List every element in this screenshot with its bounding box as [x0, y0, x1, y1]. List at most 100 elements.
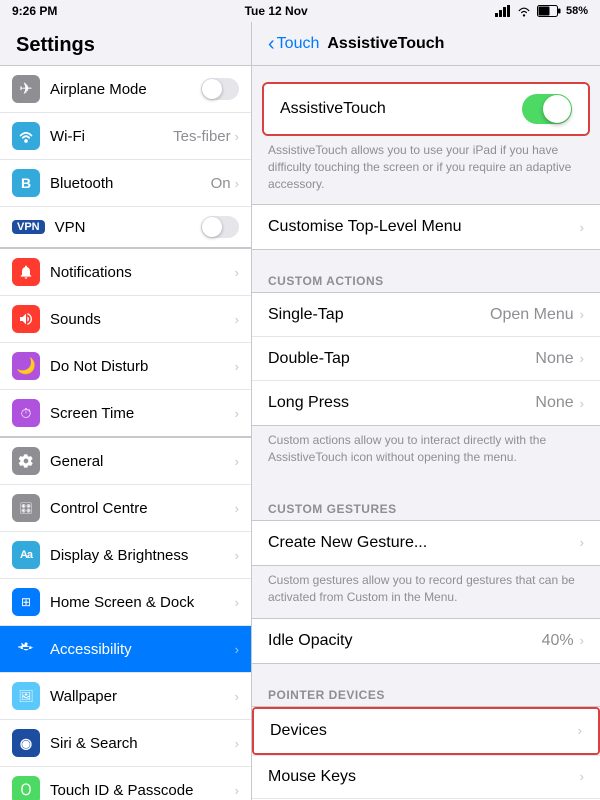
wifi-value: Tes-fiber [173, 128, 231, 145]
sidebar-item-general[interactable]: General › [0, 438, 251, 485]
accessibility-icon [12, 635, 40, 663]
custom-gestures-group: Create New Gesture... › [252, 520, 600, 566]
double-tap-row[interactable]: Double-Tap None › [252, 337, 600, 381]
touchid-chevron: › [235, 783, 239, 798]
controlcentre-chevron: › [235, 501, 239, 516]
sidebar-title: Settings [0, 22, 251, 65]
single-tap-label: Single-Tap [268, 306, 490, 324]
sounds-chevron: › [235, 312, 239, 327]
vpn-badge: VPN [12, 220, 45, 234]
long-press-row[interactable]: Long Press None › [252, 381, 600, 425]
customise-menu-group: Customise Top-Level Menu › [252, 204, 600, 250]
status-time: 9:26 PM [12, 4, 57, 18]
right-panel-title: AssistiveTouch [327, 35, 444, 53]
screentime-icon: ⏱ [12, 399, 40, 427]
double-tap-label: Double-Tap [268, 350, 535, 368]
homescreen-icon: ⊞ [12, 588, 40, 616]
battery-icon [537, 5, 561, 17]
sidebar-item-sounds[interactable]: Sounds › [0, 296, 251, 343]
vpn-toggle[interactable] [201, 216, 239, 238]
sounds-label: Sounds [50, 311, 235, 328]
single-tap-value: Open Menu [490, 306, 574, 324]
airplane-icon: ✈ [12, 75, 40, 103]
assistivetouch-highlight-box: AssistiveTouch [262, 82, 590, 136]
sidebar-item-screentime[interactable]: ⏱ Screen Time › [0, 390, 251, 436]
create-new-gesture-chevron: › [580, 535, 584, 550]
sidebar-item-wallpaper[interactable]: 🖼 Wallpaper › [0, 673, 251, 720]
battery-percent: 58% [566, 5, 588, 17]
back-button[interactable]: ‹ Touch [268, 34, 319, 54]
assistivetouch-toggle[interactable] [522, 94, 572, 124]
sidebar: Settings ✈ Airplane Mode Wi-Fi Tes-fiber… [0, 22, 252, 800]
sounds-icon [12, 305, 40, 333]
double-tap-chevron: › [580, 351, 584, 366]
touchid-label: Touch ID & Passcode [50, 782, 235, 799]
right-header: ‹ Touch AssistiveTouch [252, 22, 600, 66]
double-tap-value: None [535, 350, 573, 368]
bluetooth-value: On [211, 175, 231, 192]
custom-actions-header: CUSTOM ACTIONS [252, 268, 600, 292]
sidebar-group-notifications: Notifications › Sounds › 🌙 Do Not Distur… [0, 248, 251, 437]
general-label: General [50, 453, 235, 470]
sidebar-item-notifications[interactable]: Notifications › [0, 249, 251, 296]
vpn-label: VPN [55, 219, 201, 236]
sidebar-item-siri[interactable]: ◉ Siri & Search › [0, 720, 251, 767]
bluetooth-chevron: › [235, 176, 239, 191]
devices-row[interactable]: Devices › [254, 709, 598, 753]
back-label: Touch [277, 35, 320, 53]
siri-label: Siri & Search [50, 735, 235, 752]
wallpaper-chevron: › [235, 689, 239, 704]
pointer-devices-group: Devices › Mouse Keys › Pointer Style › S… [252, 706, 600, 800]
devices-label: Devices [270, 722, 578, 740]
sidebar-item-bluetooth[interactable]: B Bluetooth On › [0, 160, 251, 207]
sidebar-item-accessibility[interactable]: Accessibility › [0, 626, 251, 673]
siri-icon: ◉ [12, 729, 40, 757]
idle-opacity-value: 40% [542, 632, 574, 650]
donotdisturb-chevron: › [235, 359, 239, 374]
sidebar-item-controlcentre[interactable]: 🎛 Control Centre › [0, 485, 251, 532]
sidebar-item-donotdisturb[interactable]: 🌙 Do Not Disturb › [0, 343, 251, 390]
devices-highlight: Devices › [252, 707, 600, 755]
status-bar: 9:26 PM Tue 12 Nov 58% [0, 0, 600, 22]
idle-opacity-row[interactable]: Idle Opacity 40% › [252, 619, 600, 663]
custom-gestures-footer: Custom gestures allow you to record gest… [252, 566, 600, 618]
accessibility-label: Accessibility [50, 641, 235, 658]
sidebar-item-vpn[interactable]: VPN VPN [0, 207, 251, 247]
general-chevron: › [235, 454, 239, 469]
devices-chevron: › [578, 723, 582, 738]
sidebar-item-wifi[interactable]: Wi-Fi Tes-fiber › [0, 113, 251, 160]
custom-actions-group: Single-Tap Open Menu › Double-Tap None ›… [252, 292, 600, 426]
wifi-chevron: › [235, 129, 239, 144]
homescreen-label: Home Screen & Dock [50, 594, 235, 611]
general-icon [12, 447, 40, 475]
airplane-toggle[interactable] [201, 78, 239, 100]
create-new-gesture-row[interactable]: Create New Gesture... › [252, 521, 600, 565]
idle-opacity-label: Idle Opacity [268, 632, 542, 650]
status-date: Tue 12 Nov [245, 4, 308, 18]
assistivetouch-footer: AssistiveTouch allows you to use your iP… [252, 136, 600, 204]
right-content: AssistiveTouch AssistiveTouch allows you… [252, 66, 600, 800]
mouse-keys-row[interactable]: Mouse Keys › [252, 755, 600, 799]
sidebar-item-homescreen[interactable]: ⊞ Home Screen & Dock › [0, 579, 251, 626]
accessibility-chevron: › [235, 642, 239, 657]
sidebar-item-touchid[interactable]: Touch ID & Passcode › [0, 767, 251, 800]
controlcentre-label: Control Centre [50, 500, 235, 517]
wifi-settings-icon [12, 122, 40, 150]
create-new-gesture-label: Create New Gesture... [268, 534, 580, 552]
notifications-icon [12, 258, 40, 286]
notifications-chevron: › [235, 265, 239, 280]
single-tap-row[interactable]: Single-Tap Open Menu › [252, 293, 600, 337]
customise-menu-row[interactable]: Customise Top-Level Menu › [252, 205, 600, 249]
display-icon: Aa [12, 541, 40, 569]
sidebar-item-airplane[interactable]: ✈ Airplane Mode [0, 66, 251, 113]
long-press-label: Long Press [268, 394, 535, 412]
sidebar-item-display[interactable]: Aa Display & Brightness › [0, 532, 251, 579]
single-tap-chevron: › [580, 307, 584, 322]
custom-actions-footer: Custom actions allow you to interact dir… [252, 426, 600, 478]
right-panel: ‹ Touch AssistiveTouch AssistiveTouch As… [252, 22, 600, 800]
customise-menu-chevron: › [580, 220, 584, 235]
sidebar-group-network: ✈ Airplane Mode Wi-Fi Tes-fiber › B Blue… [0, 65, 251, 248]
pointer-devices-header: POINTER DEVICES [252, 682, 600, 706]
assistivetouch-row[interactable]: AssistiveTouch [264, 84, 588, 134]
main-layout: Settings ✈ Airplane Mode Wi-Fi Tes-fiber… [0, 22, 600, 800]
